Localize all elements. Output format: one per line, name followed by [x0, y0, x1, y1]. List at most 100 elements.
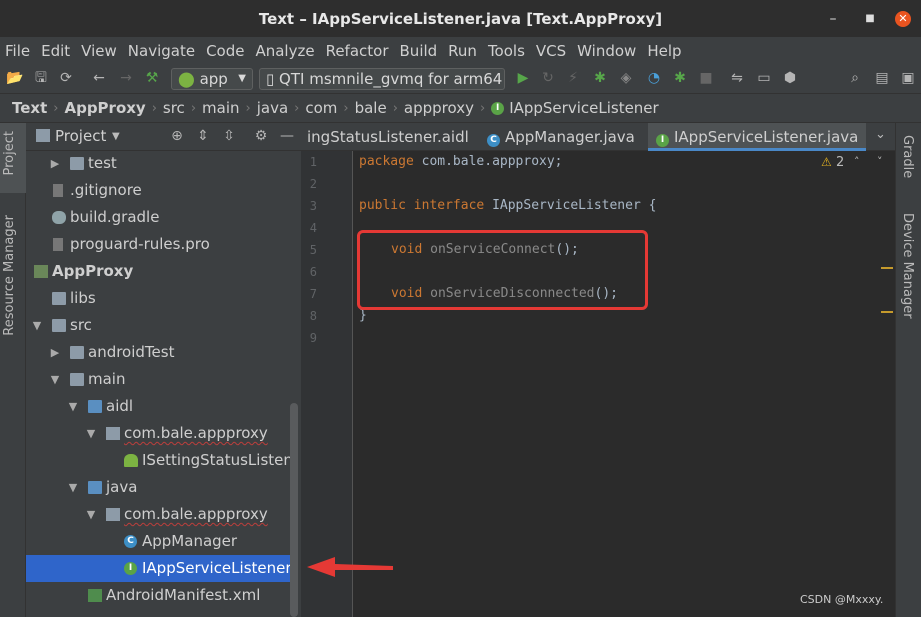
project-scrollbar[interactable]	[290, 403, 298, 617]
save-icon[interactable]: 🖫	[32, 69, 50, 87]
project-structure-icon[interactable]: ▤	[873, 69, 891, 87]
menu-refactor[interactable]: Refactor	[325, 42, 390, 60]
chevron-down-icon[interactable]: ▼	[48, 366, 62, 393]
debug-process-icon[interactable]: ✱	[671, 69, 689, 87]
crumb-appproxy-pkg[interactable]: appproxy	[404, 99, 474, 117]
chevron-down-icon[interactable]: ˅	[877, 155, 883, 168]
forward-icon[interactable]: →	[117, 69, 135, 87]
chevron-up-icon[interactable]: ˄	[854, 155, 860, 168]
crumb-appproxy[interactable]: AppProxy	[64, 99, 145, 117]
crumb-main[interactable]: main	[202, 99, 239, 117]
tree-item-proguard[interactable]: proguard-rules.pro	[26, 231, 294, 258]
run-icon[interactable]: ▶	[514, 69, 532, 87]
tree-item-aidl[interactable]: ▼ aidl	[26, 393, 294, 420]
menu-vcs[interactable]: VCS	[535, 42, 567, 60]
chevron-right-icon[interactable]: ▶	[48, 339, 62, 366]
hide-icon[interactable]: —	[278, 127, 296, 145]
profile-icon[interactable]: ◔	[645, 69, 663, 87]
sdk-manager-icon[interactable]: ⬢	[781, 69, 799, 87]
window-title: Text – IAppServiceListener.java [Text.Ap…	[258, 9, 663, 28]
minimize-icon[interactable]: –	[823, 9, 843, 29]
crumb-bale[interactable]: bale	[355, 99, 387, 117]
tree-item-test[interactable]: ▶ test	[26, 150, 294, 177]
chevron-down-icon[interactable]: ▼	[66, 474, 80, 501]
chevron-right-icon[interactable]: ▶	[48, 150, 62, 177]
menu-tools[interactable]: Tools	[487, 42, 526, 60]
menu-edit[interactable]: Edit	[40, 42, 71, 60]
warning-marker[interactable]	[881, 267, 893, 269]
code-line-1[interactable]: package com.bale.appproxy;	[359, 154, 563, 169]
tree-item-java[interactable]: ▼ java	[26, 474, 294, 501]
apply-changes-icon[interactable]: ⚡	[564, 69, 582, 87]
chevron-down-icon[interactable]: ▼	[84, 420, 98, 447]
tree-item-appmanager[interactable]: C AppManager	[26, 528, 294, 555]
tree-item-aidl-package[interactable]: ▼ com.bale.appproxy	[26, 420, 294, 447]
tab-isettingstatuslistener-aidl[interactable]: ingStatusListener.aidl	[301, 123, 479, 151]
rerun-icon[interactable]: ↻	[539, 69, 557, 87]
menu-code[interactable]: Code	[205, 42, 245, 60]
crumb-com[interactable]: com	[305, 99, 337, 117]
device-select[interactable]: ▯ QTI msmnile_gvmq for arm64	[259, 68, 505, 90]
tab-appmanager-java[interactable]: C AppManager.java	[481, 123, 645, 151]
code-line-3[interactable]: public interface IAppServiceListener {	[359, 198, 656, 213]
tree-item-iappservicelistener[interactable]: I IAppServiceListener	[26, 555, 294, 582]
tab-gradle[interactable]: Gradle	[900, 135, 915, 178]
folder-icon	[70, 157, 84, 170]
tree-item-src[interactable]: ▼ src	[26, 312, 294, 339]
tab-resource-manager[interactable]: Resource Manager	[2, 215, 17, 336]
menu-view[interactable]: View	[80, 42, 118, 60]
locate-icon[interactable]: ⊕	[168, 127, 186, 145]
expand-all-icon[interactable]: ⇕	[194, 127, 212, 145]
device-manager-icon[interactable]: ▭	[755, 69, 773, 87]
tree-item-java-package[interactable]: ▼ com.bale.appproxy	[26, 501, 294, 528]
menu-window[interactable]: Window	[576, 42, 637, 60]
menu-run[interactable]: Run	[447, 42, 478, 60]
close-icon[interactable]: ✕	[895, 11, 911, 27]
crumb-text[interactable]: Text	[12, 99, 47, 117]
chevron-down-icon[interactable]: ▼	[112, 131, 120, 142]
breadcrumb: Text › AppProxy › src › main › java › com › ba…	[0, 93, 921, 123]
search-icon[interactable]: ⌕	[846, 69, 864, 87]
menu-file[interactable]: File	[4, 42, 31, 60]
build-hammer-icon[interactable]: ⚒	[143, 69, 161, 87]
tab-iappservicelistener-java[interactable]: I IAppServiceListener.java	[648, 123, 866, 151]
gear-icon[interactable]: ⚙	[252, 127, 270, 145]
tree-item-androidmanifest[interactable]: AndroidManifest.xml	[26, 582, 294, 609]
ide-layout-icon[interactable]: ▣	[899, 69, 917, 87]
tab-device-manager[interactable]: Device Manager	[900, 213, 915, 319]
tree-item-main[interactable]: ▼ main	[26, 366, 294, 393]
tree-item-isettingstatuslistener[interactable]: ISettingStatusListener.	[26, 447, 294, 474]
menu-build[interactable]: Build	[399, 42, 439, 60]
menu-analyze[interactable]: Analyze	[254, 42, 315, 60]
maximize-icon[interactable]: ■	[860, 9, 880, 29]
menu-help[interactable]: Help	[646, 42, 682, 60]
chevron-down-icon[interactable]: ▼	[84, 501, 98, 528]
warning-marker[interactable]	[881, 311, 893, 313]
tree-item-androidtest[interactable]: ▶ androidTest	[26, 339, 294, 366]
tabs-dropdown-icon[interactable]: ⌄	[875, 127, 886, 142]
chevron-down-icon[interactable]: ▼	[30, 312, 44, 339]
tree-item-libs[interactable]: libs	[26, 285, 294, 312]
left-tool-strip: Project Resource Manager	[0, 123, 26, 617]
tree-item-build-gradle[interactable]: build.gradle	[26, 204, 294, 231]
menu-navigate[interactable]: Navigate	[127, 42, 196, 60]
gradle-sync-icon[interactable]: ⇋	[728, 69, 746, 87]
collapse-all-icon[interactable]: ⇳	[220, 127, 238, 145]
chevron-down-icon[interactable]: ▼	[66, 393, 80, 420]
debug-icon[interactable]: ✱	[591, 69, 609, 87]
crumb-java[interactable]: java	[257, 99, 288, 117]
sync-icon[interactable]: ⟳	[57, 69, 75, 87]
tree-item-appproxy-module[interactable]: AppProxy	[26, 258, 294, 285]
attach-debugger-icon[interactable]: ◈	[617, 69, 635, 87]
open-folder-icon[interactable]: 📂	[6, 69, 24, 87]
run-config-select[interactable]: ⬤ app ▼	[171, 68, 253, 90]
crumb-file[interactable]: IAppServiceListener	[509, 99, 659, 117]
crumb-src[interactable]: src	[163, 99, 185, 117]
project-view-selector[interactable]: Project	[55, 127, 106, 145]
code-line-8[interactable]: }	[359, 308, 367, 323]
tree-item-gitignore[interactable]: .gitignore	[26, 177, 294, 204]
stop-icon[interactable]: ■	[697, 69, 715, 87]
back-icon[interactable]: ←	[90, 69, 108, 87]
tab-project[interactable]: Project	[2, 131, 17, 175]
warning-icon[interactable]: ⚠	[821, 155, 832, 169]
